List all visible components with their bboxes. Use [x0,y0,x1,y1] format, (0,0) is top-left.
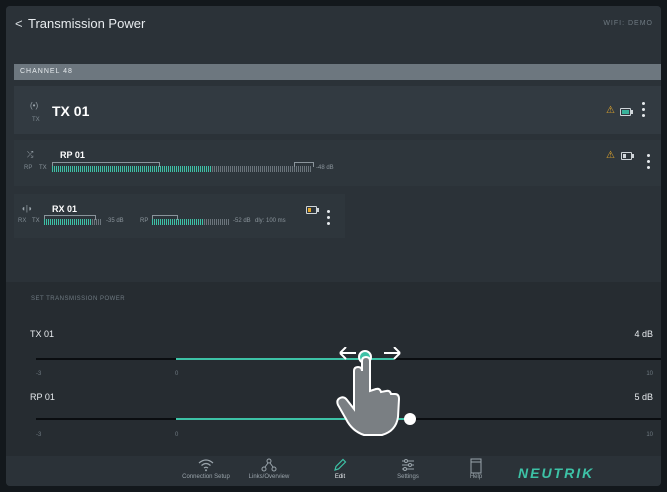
slider-value-rp: 5 dB [634,392,653,402]
warning-icon: ⚠ [606,150,615,161]
page-title: Transmission Power [28,16,146,31]
slider-label-rp: RP 01 [30,392,55,402]
delay-value: dly: 100 ms [255,218,286,224]
battery-icon [306,206,319,214]
more-menu-icon[interactable] [642,102,646,118]
tx-signal-meter [44,219,92,225]
nav-connection-setup[interactable]: Connection Setup [176,458,236,480]
wifi-icon [176,458,236,474]
channel-header: CHANNEL 48 [14,64,661,80]
tx-signal-meter-inactive [92,219,102,225]
warning-icon: ⚠ [606,105,615,116]
slider-min-tick: -3 [36,371,42,377]
rp-device-card[interactable]: ⤮ RP 01 RP TX -48 dB ⚠ [14,140,661,186]
device-name: TX 01 [52,103,90,119]
receiver-icon: ◖|◗ [21,204,33,213]
slider-zero-tick: 0 [175,371,179,377]
app-window: < Transmission Power WIFI: DEMO CHANNEL … [6,6,661,486]
back-chevron-icon[interactable]: < [15,16,23,31]
slider-zero-tick: 0 [175,432,179,438]
slider-value-tx: 4 dB [634,329,653,339]
meter-value: -48 dB [316,165,334,171]
repeater-icon: ⤮ [27,150,34,159]
slider-min-tick: -3 [36,432,42,438]
nav-edit[interactable]: Edit [310,458,370,480]
battery-icon [621,152,634,160]
drag-hand-icon [336,346,401,436]
section-title: SET TRANSMISSION POWER [31,296,126,302]
meter-label-tx: TX [32,218,40,224]
tx-device-card[interactable]: (•) TX TX 01 ⚠ [14,86,661,134]
nav-label: Settings [397,474,419,480]
rp-signal-meter-inactive [204,219,230,225]
more-menu-icon[interactable] [647,154,651,170]
meter-label-rp: RP [140,218,149,224]
rp-signal-meter [152,219,204,225]
nav-settings[interactable]: Settings [378,458,438,480]
meter-peak-bracket [294,162,314,167]
slider-max-tick: 10 [646,432,653,438]
wifi-status: WIFI: DEMO [603,20,653,27]
drag-gesture-overlay [320,346,420,444]
rx-device-card[interactable]: ◖|◗ RX 01 RX TX -35 dB RP -52 dB dly: 10… [14,194,345,238]
device-type: RP [24,165,33,171]
nav-label: Links/Overview [248,474,290,480]
slider-label-tx: TX 01 [30,329,55,339]
rp-meter-value: -52 dB [233,218,251,224]
signal-meter-active [52,166,212,172]
network-icon [239,458,299,474]
transmitter-icon: (•) [30,101,39,110]
nav-links-overview[interactable]: Links/Overview [239,458,299,480]
nav-label: Help [469,474,483,480]
device-name: RX 01 [52,204,78,214]
neutrik-logo: NEUTRIK [518,465,595,481]
book-icon [446,458,506,474]
device-name: RP 01 [60,150,85,160]
device-type: TX [32,117,40,123]
sliders-icon [378,458,438,474]
pencil-icon [310,458,370,474]
top-bar: < Transmission Power WIFI: DEMO [6,6,661,42]
meter-label-tx: TX [39,165,47,171]
battery-icon [620,108,633,116]
device-type: RX [18,218,27,224]
more-menu-icon[interactable] [327,210,331,226]
nav-label: Connection Setup [182,474,230,480]
slider-max-tick: 10 [646,371,653,377]
nav-help[interactable]: Help [446,458,506,480]
tx-meter-value: -35 dB [106,218,124,224]
nav-label: Edit [334,474,346,480]
